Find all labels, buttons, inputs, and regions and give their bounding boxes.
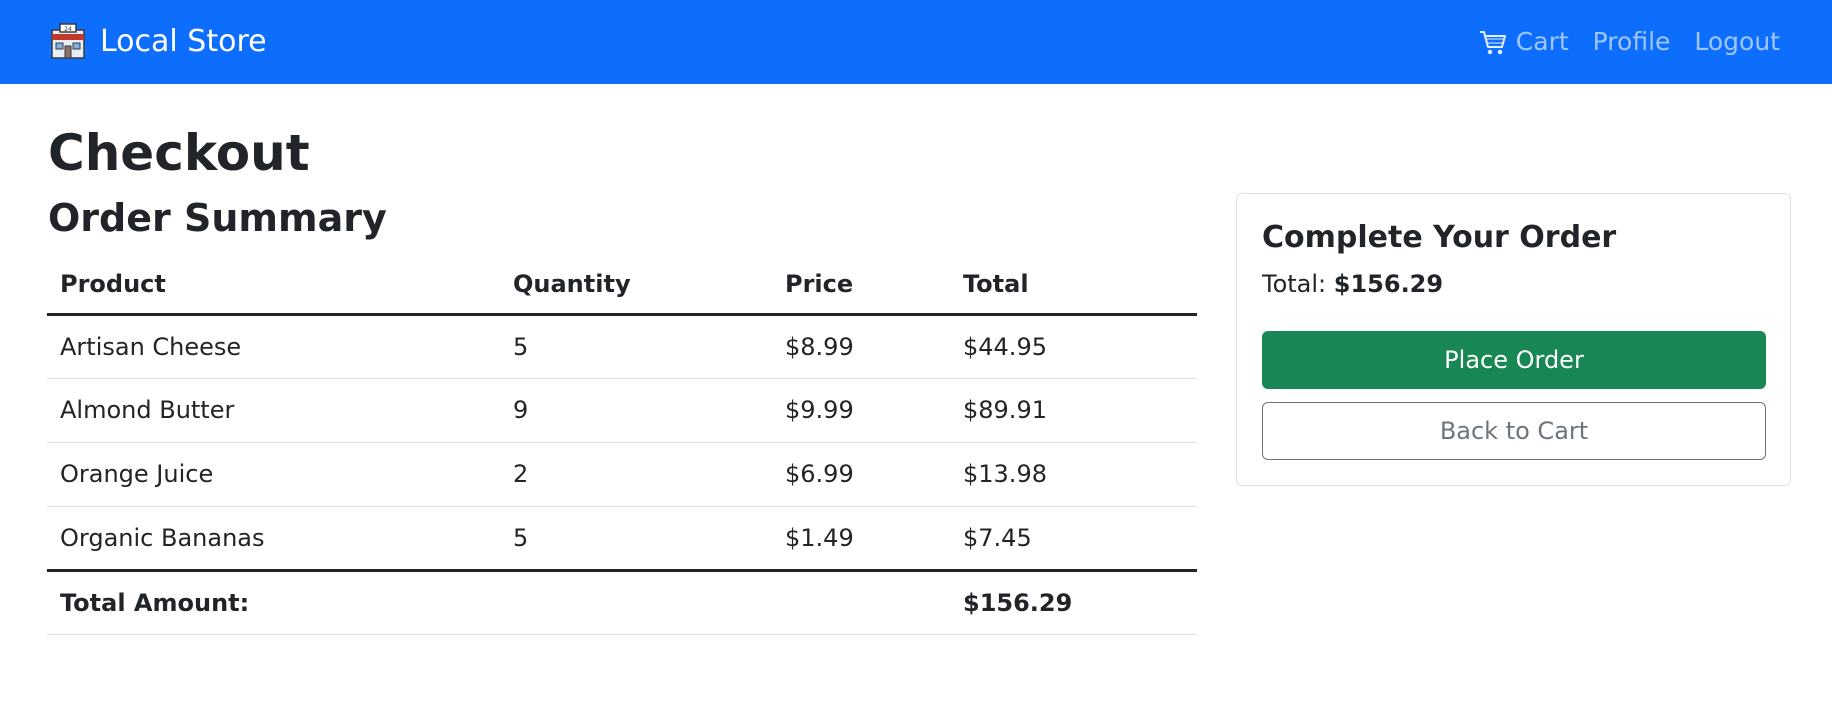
table-row: Organic Bananas 5 $1.49 $7.45 [47,506,1197,570]
store-icon: 24 [51,23,85,59]
cell-quantity: 2 [500,442,772,507]
page-title: Checkout [48,124,310,182]
brand-link[interactable]: 24 Local Store [48,20,267,64]
cell-total: $7.45 [963,523,1032,552]
header-total: Total [950,256,1197,316]
order-summary-table: Product Quantity Price Total Artisan Che… [47,256,1197,635]
nav-cart-label: Cart [1515,27,1569,56]
card-title: Complete Your Order [1262,220,1617,255]
card-total: Total: $156.29 [1262,268,1443,300]
nav-cart-link[interactable]: Cart [1478,20,1569,64]
header-price: Price [772,256,950,316]
card-total-label: Total: [1262,270,1334,298]
cell-product: Organic Bananas [60,523,265,552]
cell-product: Almond Butter [47,378,500,443]
order-summary-title: Order Summary [48,196,387,240]
nav-logout-link[interactable]: Logout [1694,20,1780,64]
card-total-value: $156.29 [1333,270,1444,298]
table-row: Artisan Cheese 5 $8.99 $44.95 [47,314,1197,379]
brand-name: Local Store [100,24,267,59]
cell-price: $9.99 [772,378,950,443]
cell-price: $8.99 [772,314,950,379]
cell-product: Artisan Cheese [47,314,500,379]
cell-total: $89.91 [950,378,1197,443]
svg-text:24: 24 [64,26,72,33]
total-amount-value: $156.29 [950,568,1197,635]
cell-price: $1.49 [785,523,854,552]
table-header-row: Product Quantity Price Total [47,256,1197,316]
complete-order-card: Complete Your Order Total: $156.29 Place… [1236,193,1791,486]
table-row: Orange Juice 2 $6.99 $13.98 [47,442,1197,507]
header-product: Product [47,256,500,316]
back-to-cart-button[interactable]: Back to Cart [1262,402,1766,460]
cell-price: $6.99 [772,442,950,507]
total-amount-label: Total Amount: [47,568,950,635]
cell-product: Orange Juice [47,442,500,507]
nav-links: Cart Profile Logout [1478,20,1780,64]
table-footer-row: Total Amount: $156.29 [47,568,1197,635]
table-row: Almond Butter 9 $9.99 $89.91 [47,378,1197,443]
cell-quantity: 9 [500,378,772,443]
nav-profile-link[interactable]: Profile [1593,20,1671,64]
cell-quantity: 5 [500,314,772,379]
navbar: 24 Local Store Cart Profile Logout [0,0,1832,84]
header-quantity: Quantity [500,256,772,316]
cart-icon [1479,31,1506,55]
cell-total: $13.98 [950,442,1197,507]
cell-quantity: 5 [513,523,529,552]
place-order-button[interactable]: Place Order [1262,331,1766,389]
cell-total: $44.95 [950,314,1197,379]
